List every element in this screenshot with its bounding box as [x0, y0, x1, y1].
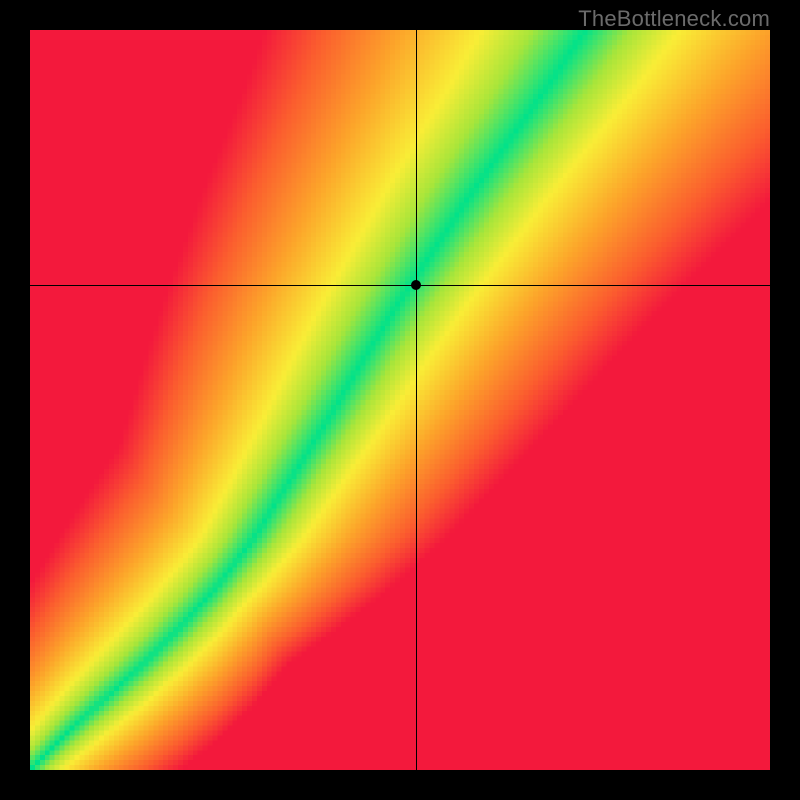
crosshair-vertical [416, 30, 417, 770]
heatmap-canvas [30, 30, 770, 770]
reference-marker [411, 280, 421, 290]
chart-frame: TheBottleneck.com [0, 0, 800, 800]
crosshair-horizontal [30, 285, 770, 286]
watermark-text: TheBottleneck.com [578, 6, 770, 32]
plot-area [30, 30, 770, 770]
